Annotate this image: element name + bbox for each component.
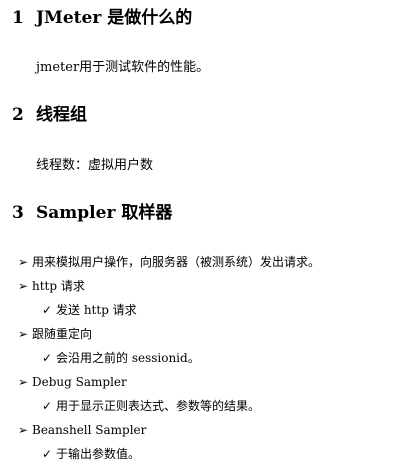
section-title: Sampler 取样器 — [36, 203, 173, 223]
sub-bullet-item: ✓ 发送 http 请求 — [42, 302, 137, 318]
arrow-bullet-icon: ➢ — [18, 375, 29, 389]
section-heading-3: 3 Sampler 取样器 — [12, 203, 172, 223]
check-bullet-icon: ✓ — [42, 447, 53, 461]
arrow-bullet-icon: ➢ — [18, 327, 29, 341]
check-bullet-icon: ✓ — [42, 351, 53, 365]
bullet-text: 用来模拟用户操作，向服务器（被测系统）发出请求。 — [32, 255, 321, 269]
arrow-bullet-icon: ➢ — [18, 255, 29, 269]
bullet-item: ➢ http 请求 — [18, 278, 85, 294]
bullet-text: Beanshell Sampler — [32, 423, 147, 437]
bullet-item: ➢ Beanshell Sampler — [18, 422, 146, 438]
arrow-bullet-icon: ➢ — [18, 423, 29, 437]
sub-bullet-item: ✓ 于输出参数值。 — [42, 446, 140, 462]
sub-bullet-item: ✓ 会沿用之前的 sessionid。 — [42, 350, 200, 366]
bullet-item: ➢ 跟随重定向 — [18, 326, 92, 342]
document-page: 1 JMeter 是做什么的 jmeter用于测试软件的性能。 2 线程组 线程数：… — [0, 0, 419, 472]
sub-bullet-text: 用于显示正则表达式、参数等的结果。 — [56, 399, 261, 413]
bullet-text: http 请求 — [32, 279, 85, 293]
section-heading-1: 1 JMeter 是做什么的 — [12, 8, 192, 28]
bullet-item: ➢ 用来模拟用户操作，向服务器（被测系统）发出请求。 — [18, 254, 320, 270]
sub-bullet-text: 会沿用之前的 sessionid。 — [56, 351, 200, 365]
bullet-text: Debug Sampler — [32, 375, 127, 389]
sub-bullet-text: 于输出参数值。 — [56, 447, 141, 461]
arrow-bullet-icon: ➢ — [18, 279, 29, 293]
check-bullet-icon: ✓ — [42, 303, 53, 317]
check-bullet-icon: ✓ — [42, 399, 53, 413]
sub-bullet-item: ✓ 用于显示正则表达式、参数等的结果。 — [42, 398, 260, 414]
sub-bullet-text: 发送 http 请求 — [56, 303, 137, 317]
section-number: 1 — [12, 8, 24, 28]
section-paragraph-2: 线程数：虚拟用户数 — [36, 158, 154, 173]
bullet-item: ➢ Debug Sampler — [18, 374, 127, 390]
section-heading-2: 2 线程组 — [12, 105, 87, 125]
section-title: 线程组 — [36, 105, 87, 125]
bullet-text: 跟随重定向 — [32, 327, 93, 341]
section-number: 2 — [12, 105, 24, 125]
section-number: 3 — [12, 203, 24, 223]
section-paragraph-1: jmeter用于测试软件的性能。 — [36, 60, 210, 75]
section-title: JMeter 是做什么的 — [36, 8, 193, 28]
